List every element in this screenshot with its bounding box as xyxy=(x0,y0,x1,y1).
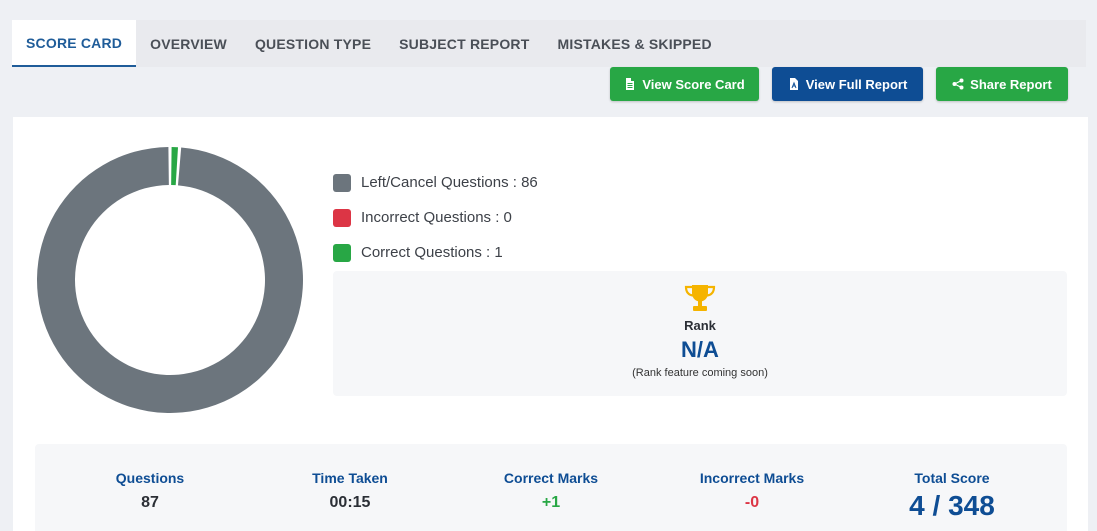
legend-label-left: Left/Cancel Questions : 86 xyxy=(361,174,538,191)
stat-value: +1 xyxy=(541,494,561,511)
tab-question-type[interactable]: QUESTION TYPE xyxy=(241,20,385,67)
rank-label: Rank xyxy=(684,318,716,333)
stat-value: 00:15 xyxy=(329,494,371,511)
stat-value: -0 xyxy=(744,494,760,511)
tab-overview[interactable]: OVERVIEW xyxy=(136,20,241,67)
stat-correct-marks: Correct Marks +1 xyxy=(451,470,651,512)
score-card-panel: Left/Cancel Questions : 86 Incorrect Que… xyxy=(13,117,1088,531)
view-score-card-label: View Score Card xyxy=(642,76,745,92)
stat-questions: Questions 87 xyxy=(50,470,250,512)
stat-total-score: Total Score 4 / 348 xyxy=(852,470,1052,522)
stat-value: 87 xyxy=(141,494,159,511)
share-report-button[interactable]: Share Report xyxy=(936,67,1068,101)
stat-value: 4 / 348 xyxy=(909,490,995,521)
score-stats: Questions 87 Time Taken 00:15 Correct Ma… xyxy=(35,444,1067,531)
rank-panel: Rank N/A (Rank feature coming soon) xyxy=(333,271,1067,396)
stat-label: Incorrect Marks xyxy=(699,470,805,486)
legend-item-incorrect[interactable]: Incorrect Questions : 0 xyxy=(333,200,538,235)
legend-swatch-left xyxy=(333,173,351,192)
tab-subject-report[interactable]: SUBJECT REPORT xyxy=(385,20,543,67)
view-score-card-button[interactable]: View Score Card xyxy=(610,67,759,101)
view-full-report-button[interactable]: View Full Report xyxy=(772,67,923,101)
stat-time-taken: Time Taken 00:15 xyxy=(250,470,450,512)
question-distribution-donut xyxy=(37,147,303,413)
legend-item-correct[interactable]: Correct Questions : 1 xyxy=(333,235,538,270)
stat-label: Total Score xyxy=(914,470,990,486)
rank-note: (Rank feature coming soon) xyxy=(632,367,768,379)
pdf-file-icon xyxy=(789,78,798,90)
legend-swatch-incorrect xyxy=(333,208,351,227)
legend-swatch-correct xyxy=(333,243,351,262)
trophy-icon xyxy=(684,285,716,311)
tab-score-card[interactable]: SCORE CARD xyxy=(12,20,137,67)
stat-label: Correct Marks xyxy=(503,470,599,486)
report-tabs: SCORE CARD OVERVIEW QUESTION TYPE SUBJEC… xyxy=(12,20,1086,67)
legend-label-incorrect: Incorrect Questions : 0 xyxy=(361,209,512,226)
rank-value: N/A xyxy=(681,337,719,362)
share-report-label: Share Report xyxy=(970,76,1052,92)
stat-incorrect-marks: Incorrect Marks -0 xyxy=(652,470,852,512)
stat-label: Questions xyxy=(115,470,185,486)
donut-slice-correct[interactable] xyxy=(171,147,179,186)
stat-label: Time Taken xyxy=(312,470,388,486)
share-icon xyxy=(952,78,964,90)
legend-item-left[interactable]: Left/Cancel Questions : 86 xyxy=(333,165,538,200)
document-icon xyxy=(626,78,635,90)
donut-legend: Left/Cancel Questions : 86 Incorrect Que… xyxy=(333,165,538,270)
donut-slice-left[interactable] xyxy=(37,147,303,413)
legend-label-correct: Correct Questions : 1 xyxy=(361,244,503,261)
view-full-report-label: View Full Report xyxy=(805,76,908,92)
tab-mistakes-skipped[interactable]: MISTAKES & SKIPPED xyxy=(544,20,726,67)
